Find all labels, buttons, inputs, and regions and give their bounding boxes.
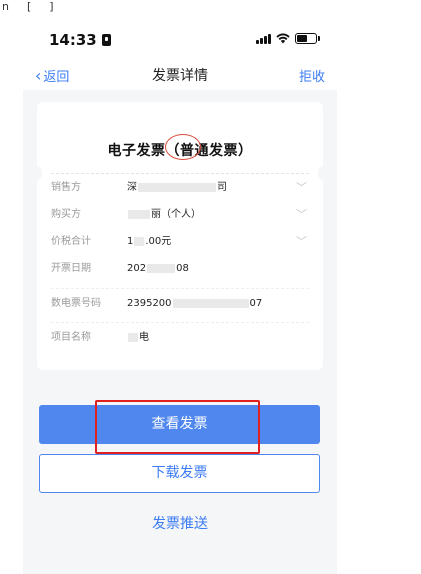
chevron-down-icon[interactable]: ﹀ — [296, 205, 307, 225]
status-indicators — [256, 33, 320, 44]
cellular-signal-icon — [256, 33, 271, 44]
invoice-number-value: 2395200 07 — [127, 294, 262, 314]
invoice-type-title: 电子发票（普通发票） — [107, 143, 253, 159]
card-divider — [51, 173, 309, 174]
issue-date-value: 202 08 — [127, 259, 189, 279]
fragment-left: n — [2, 0, 9, 13]
redaction-block — [128, 209, 150, 219]
chevron-down-icon[interactable]: ﹀ — [296, 178, 307, 198]
battery-icon — [295, 33, 320, 44]
invoice-number-row: 数电票号码 2395200 07 — [51, 294, 309, 314]
total-value: 1 .00元 — [127, 232, 171, 252]
buyer-value-suffix: 丽（个人） — [151, 209, 201, 220]
buyer-row[interactable]: 购买方 丽（个人） ﹀ — [51, 205, 309, 225]
row-divider — [51, 322, 309, 323]
phone-screen: 14:33 ‹ 返回 发票详情 拒收 电子发票（普通发票） 销售方 深 司 ﹀ … — [23, 18, 337, 574]
battery-level — [297, 35, 307, 42]
card-notch-right — [318, 166, 328, 180]
total-value-prefix: 1 — [127, 236, 134, 247]
view-invoice-button[interactable]: 查看发票 — [39, 405, 320, 444]
row-divider — [51, 288, 309, 289]
redaction-block — [172, 298, 249, 308]
issue-date-suffix: 08 — [176, 263, 189, 274]
page-title: 发票详情 — [152, 68, 208, 84]
invoice-number-label: 数电票号码 — [51, 298, 101, 309]
card-notch-left — [32, 166, 42, 180]
item-name-label: 项目名称 — [51, 332, 91, 343]
navigation-bar: ‹ 返回 发票详情 拒收 — [23, 60, 337, 90]
issue-date-row: 开票日期 202 08 — [51, 259, 309, 279]
fragment-right: ] — [49, 0, 54, 13]
fragment-mid: [ — [26, 0, 32, 13]
download-invoice-button[interactable]: 下载发票 — [39, 454, 320, 493]
push-invoice-link[interactable]: 发票推送 — [23, 513, 337, 533]
chevron-down-icon[interactable]: ﹀ — [296, 232, 307, 252]
total-value-suffix: .00元 — [145, 236, 172, 247]
screen-lock-icon — [101, 34, 111, 46]
invoice-card: 电子发票（普通发票） 销售方 深司 ﹀ 购买方 丽（个人） ﹀ 价税合计 1 .… — [32, 102, 328, 370]
invoice-number-suffix: 07 — [249, 298, 263, 309]
invoice-number-prefix: 2395200 — [127, 298, 172, 309]
redaction-block — [138, 182, 216, 192]
seller-row[interactable]: 销售方 深司 ﹀ — [51, 178, 309, 198]
redaction-block — [147, 263, 176, 273]
total-row[interactable]: 价税合计 1 .00元 ﹀ — [51, 232, 309, 252]
redaction-block — [134, 236, 145, 246]
clipped-top-fragment: n [ ] — [0, 0, 54, 14]
buyer-value: 丽（个人） — [127, 205, 201, 225]
seller-label: 销售方 — [51, 182, 81, 193]
seller-value: 深司 — [127, 178, 227, 198]
buyer-label: 购买方 — [51, 209, 81, 220]
issue-date-label: 开票日期 — [51, 263, 91, 274]
seller-value-suffix: 司 — [217, 182, 227, 193]
screenshot-stage: n [ ] 14:33 ‹ 返回 发票详情 拒收 电子发票（普通发票） 销售方 … — [0, 0, 421, 574]
status-time-group: 14:33 — [49, 31, 111, 49]
issue-date-prefix: 202 — [127, 263, 147, 274]
total-label: 价税合计 — [51, 236, 91, 247]
reject-button[interactable]: 拒收 — [299, 66, 325, 85]
item-name-row: 项目名称 电 — [51, 328, 309, 348]
item-name-value: 电 — [127, 328, 149, 348]
item-name-suffix: 电 — [139, 332, 149, 343]
wifi-icon — [276, 33, 290, 44]
seller-value-prefix: 深 — [127, 182, 137, 193]
status-bar: 14:33 — [23, 18, 337, 60]
redaction-block — [128, 332, 138, 342]
status-time: 14:33 — [49, 31, 97, 49]
